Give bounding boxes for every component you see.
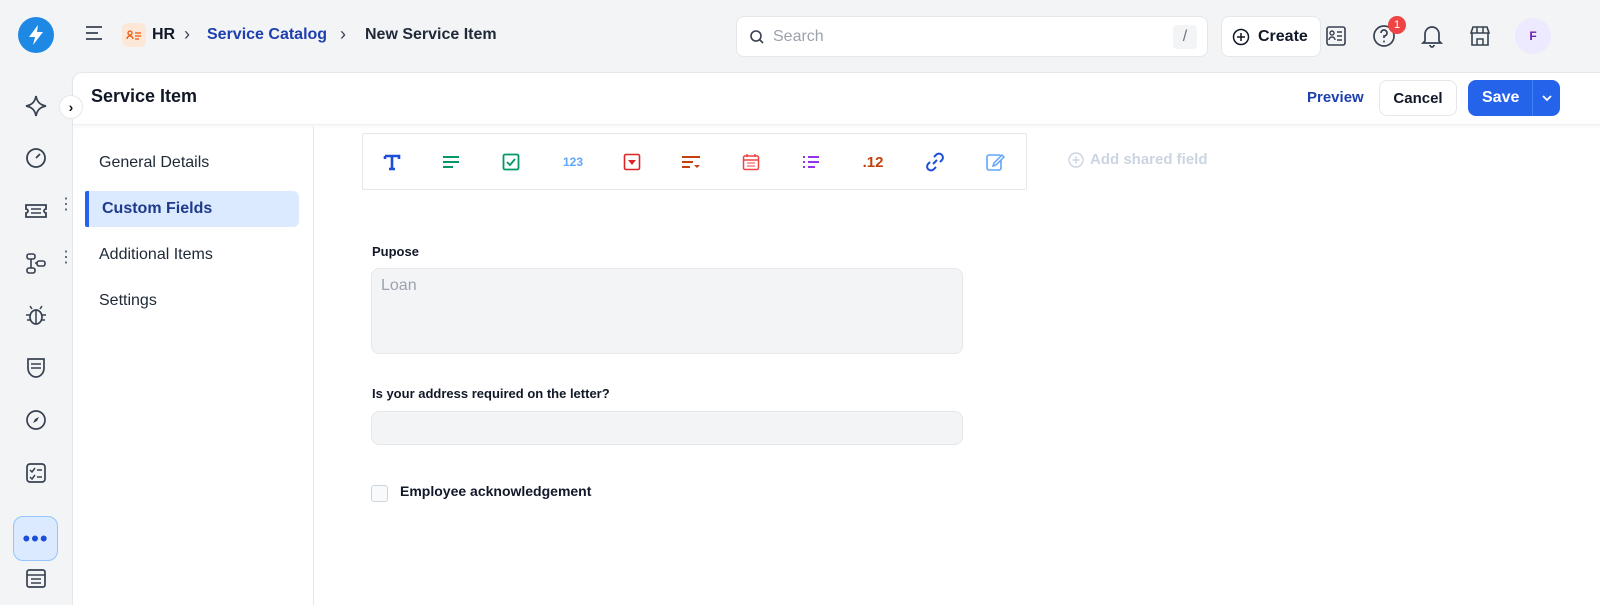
employee-acknowledgement-label: Employee acknowledgement — [400, 483, 592, 499]
plus-circle-icon — [1068, 151, 1084, 168]
workflow-more-icon[interactable]: ⋮ — [58, 250, 74, 273]
catalog-window-icon[interactable] — [21, 563, 51, 593]
workflow-icon[interactable] — [21, 248, 51, 278]
save-options-chevron-icon[interactable] — [1532, 80, 1560, 116]
breadcrumb-service-catalog[interactable]: Service Catalog — [207, 26, 327, 44]
card-header: › Service Item Preview Cancel Save — [59, 73, 1600, 125]
expand-chevron-icon[interactable]: › — [59, 95, 83, 119]
search-placeholder: Search — [773, 28, 824, 45]
tickets-more-icon[interactable]: ⋮ — [58, 197, 74, 220]
breadcrumb-chevron-icon: › — [184, 24, 190, 44]
breadcrumb-current: New Service Item — [365, 26, 497, 43]
bell-icon[interactable] — [1418, 22, 1446, 50]
text-icon[interactable] — [379, 149, 405, 175]
add-shared-field-button[interactable]: Add shared field — [1068, 151, 1208, 168]
create-label: Create — [1258, 27, 1308, 45]
hr-workspace-icon — [122, 23, 146, 47]
preview-button[interactable]: Preview — [1307, 89, 1364, 106]
search-shortcut-hint: / — [1173, 25, 1197, 49]
dropdown-icon[interactable] — [619, 149, 645, 175]
breadcrumb-chevron-icon: › — [340, 24, 346, 44]
nav-settings[interactable]: Settings — [85, 283, 299, 319]
cancel-button[interactable]: Cancel — [1379, 80, 1457, 116]
purpose-textarea[interactable]: Loan — [371, 268, 963, 354]
number-icon[interactable]: 123 — [557, 149, 589, 175]
plus-circle-icon — [1232, 28, 1250, 45]
field-type-toolbar: 123 .12 — [362, 133, 1027, 190]
breadcrumb-hr[interactable]: HR — [152, 26, 175, 44]
decimal-icon[interactable]: .12 — [857, 149, 889, 175]
list-icon[interactable] — [798, 149, 824, 175]
purpose-placeholder: Loan — [381, 277, 417, 294]
edit-icon[interactable] — [982, 149, 1008, 175]
ai-sparkle-icon[interactable] — [21, 91, 51, 121]
address-required-field[interactable] — [371, 411, 963, 445]
address-required-label: Is your address required on the letter? — [372, 386, 610, 401]
changes-icon[interactable] — [21, 353, 51, 383]
help-badge: 1 — [1388, 16, 1406, 34]
marketplace-store-icon[interactable] — [1466, 22, 1494, 50]
dashboard-gauge-icon[interactable] — [21, 143, 51, 173]
decimal-glyph: .12 — [862, 153, 884, 171]
user-avatar[interactable]: F — [1515, 18, 1551, 54]
nav-additional-items[interactable]: Additional Items — [85, 237, 299, 273]
employee-acknowledgement-checkbox[interactable] — [371, 485, 388, 502]
paragraph-icon[interactable] — [438, 149, 464, 175]
page-title: Service Item — [91, 86, 198, 106]
app-rail: ⋮ ⋮ ••• — [0, 0, 74, 605]
search-icon — [750, 30, 764, 44]
create-button[interactable]: Create — [1221, 16, 1321, 57]
top-bar: HR › Service Catalog › New Service Item … — [72, 0, 1600, 72]
section-nav: General Details Custom Fields Additional… — [73, 126, 314, 605]
service-item-card: › Service Item Preview Cancel Save Gener… — [59, 72, 1600, 605]
checkbox-icon[interactable] — [498, 149, 524, 175]
compass-icon[interactable] — [21, 405, 51, 435]
date-icon[interactable] — [738, 149, 764, 175]
number-glyph: 123 — [562, 155, 584, 169]
save-button[interactable]: Save — [1468, 80, 1560, 116]
help-icon[interactable]: 1 — [1370, 16, 1406, 50]
purpose-label: Pupose — [372, 244, 419, 259]
tickets-icon[interactable] — [21, 196, 51, 226]
app-logo-icon[interactable] — [18, 17, 54, 53]
multi-select-icon[interactable] — [678, 149, 704, 175]
save-label: Save — [1482, 89, 1520, 106]
contacts-list-icon[interactable] — [1322, 22, 1350, 50]
more-apps-icon[interactable]: ••• — [13, 516, 58, 561]
tasks-checklist-icon[interactable] — [21, 458, 51, 488]
nav-custom-fields[interactable]: Custom Fields — [85, 191, 299, 227]
link-icon[interactable] — [922, 149, 948, 175]
add-shared-label: Add shared field — [1090, 151, 1208, 168]
bug-icon[interactable] — [21, 300, 51, 330]
nav-general-details[interactable]: General Details — [85, 145, 299, 181]
search-input[interactable]: Search / — [736, 16, 1208, 57]
hamburger-menu-icon[interactable] — [84, 24, 106, 44]
